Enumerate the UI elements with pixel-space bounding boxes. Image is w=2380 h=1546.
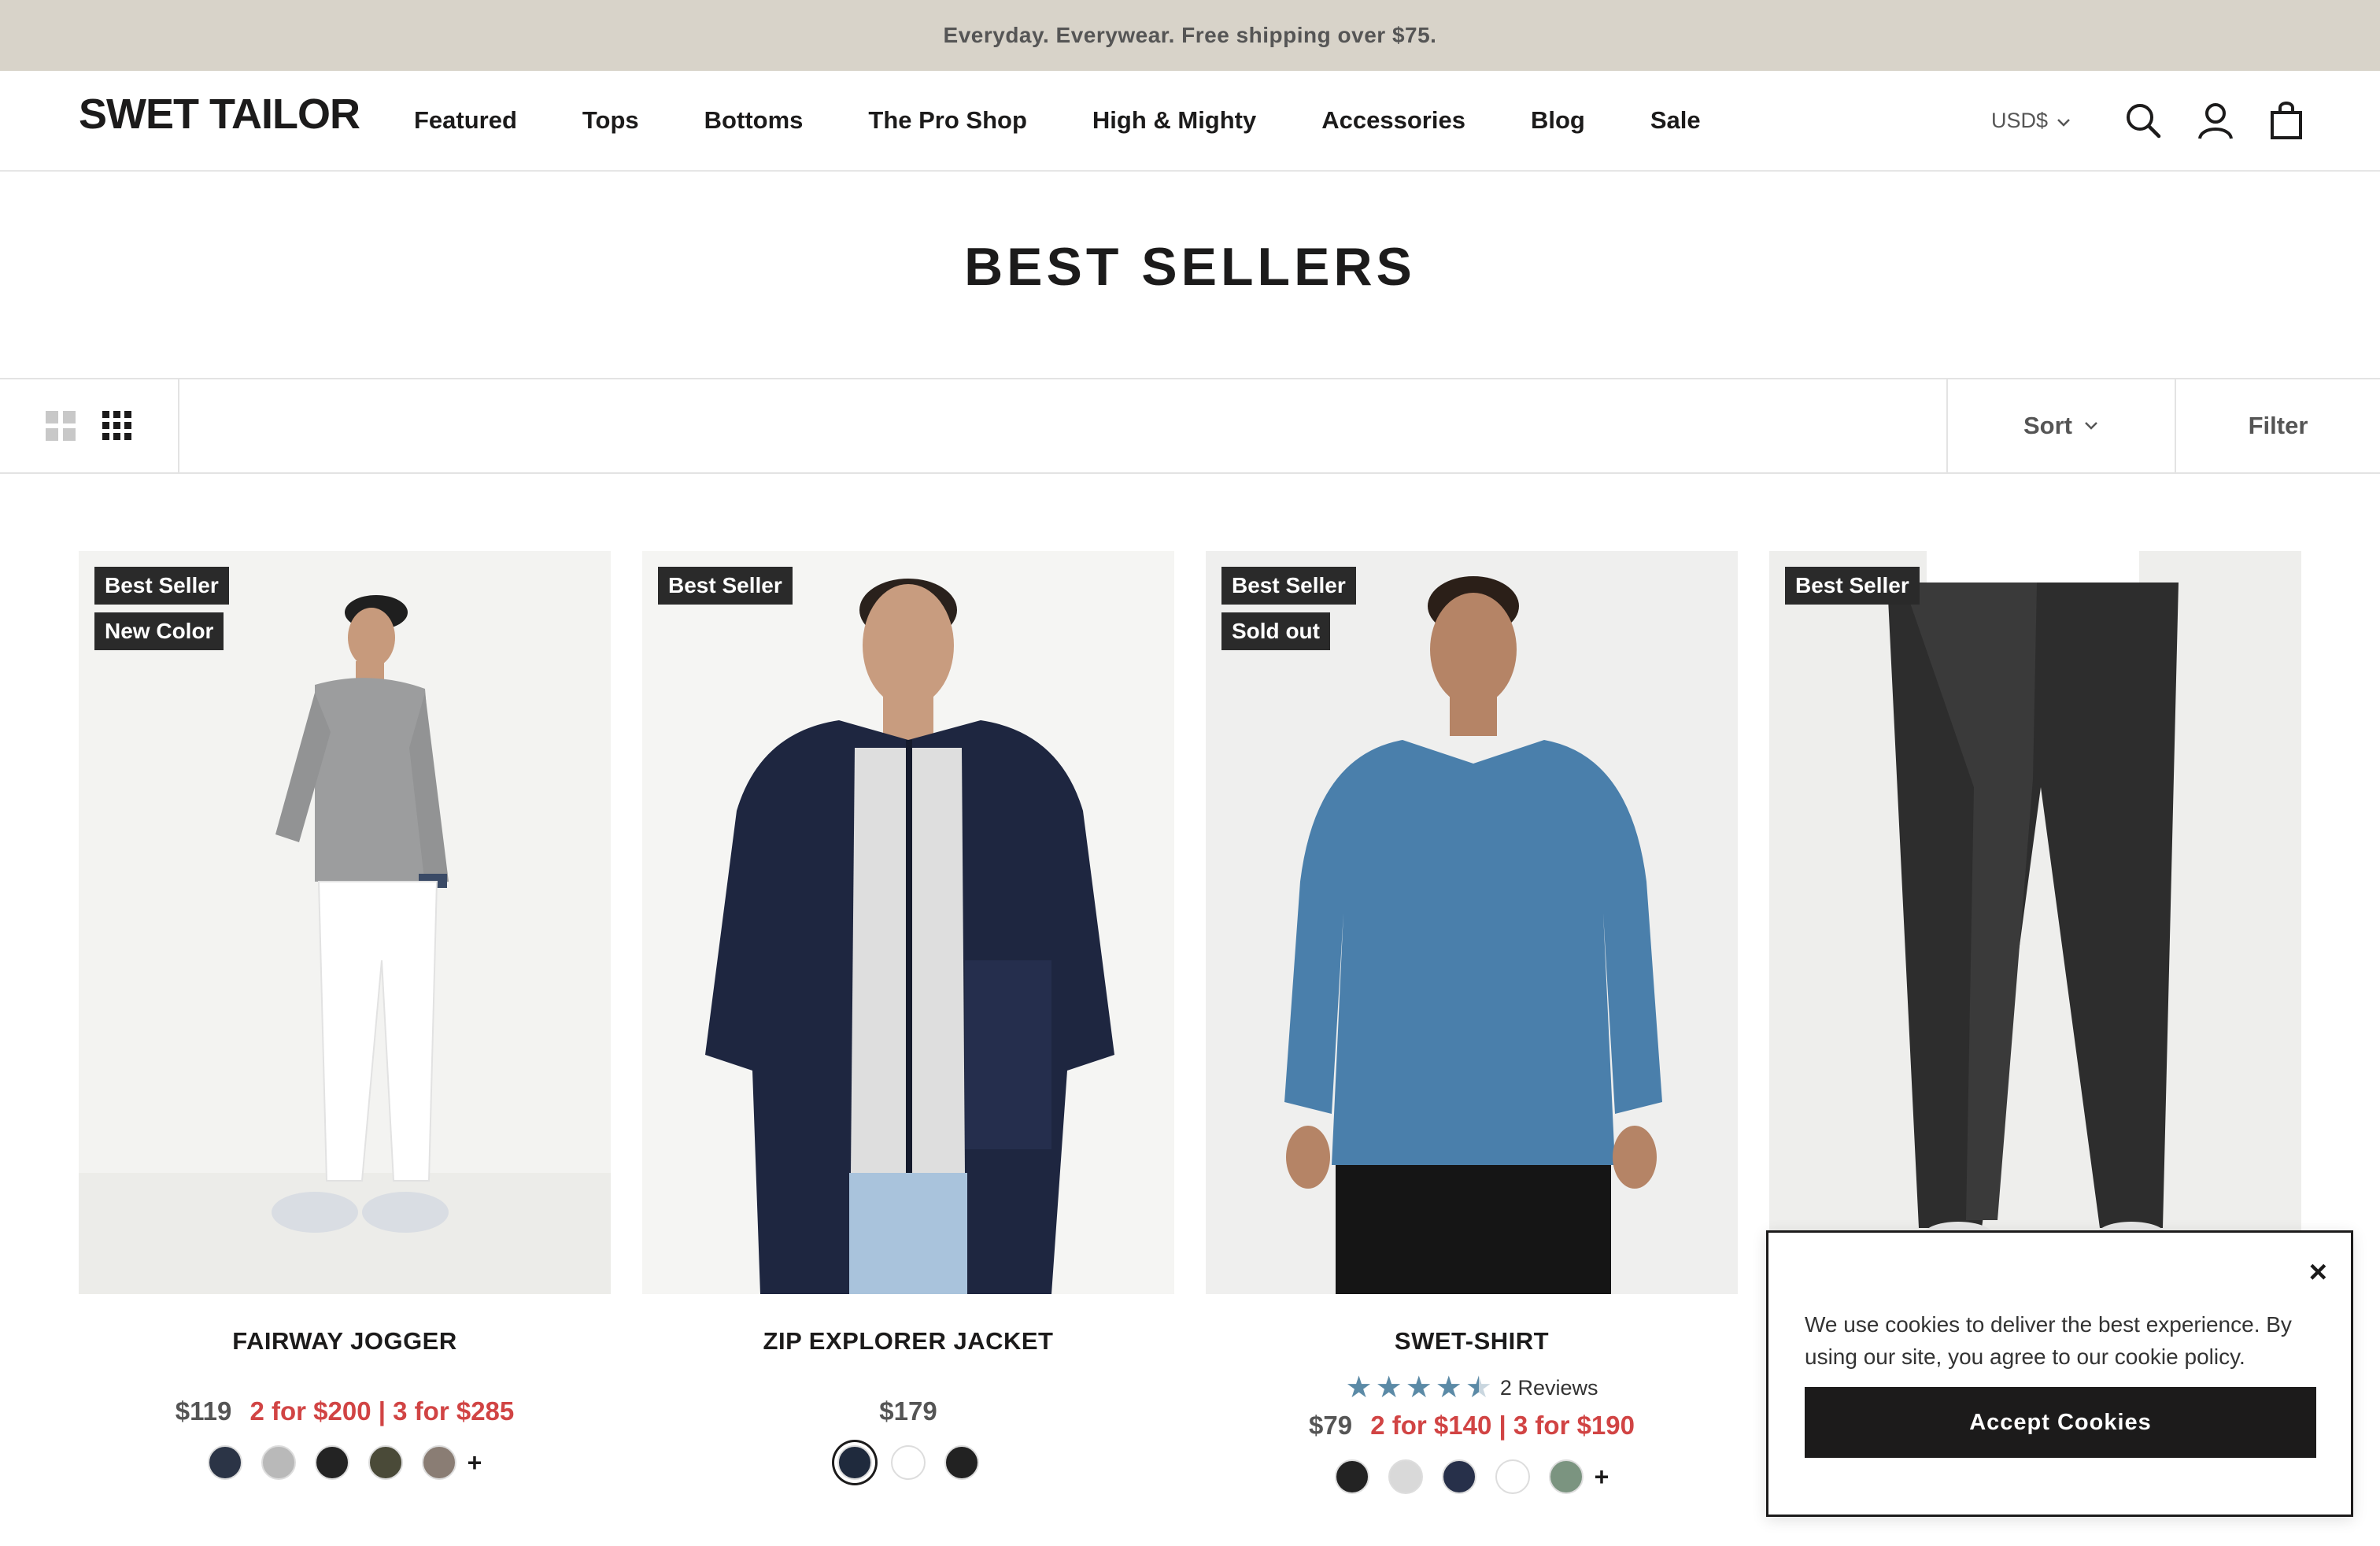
grid-2-icon[interactable]	[44, 409, 77, 442]
cookie-banner: × We use cookies to deliver the best exp…	[1766, 1230, 2353, 1517]
price-base: $79	[1309, 1411, 1353, 1440]
nav-featured[interactable]: Featured	[414, 106, 517, 135]
nav-bottoms[interactable]: Bottoms	[704, 106, 804, 135]
badge-group: Best Seller	[1785, 567, 1920, 605]
product-name[interactable]: FAIRWAY JOGGER	[79, 1327, 611, 1356]
collection-toolbar: Sort Filter	[0, 378, 2380, 474]
nav-pro-shop[interactable]: The Pro Shop	[868, 106, 1027, 135]
star-icon: ★	[1405, 1371, 1432, 1404]
filter-button[interactable]: Filter	[2175, 379, 2380, 472]
more-colors-plus-icon[interactable]: +	[468, 1448, 482, 1478]
price-base: $179	[879, 1396, 937, 1426]
model-illustration	[705, 579, 1114, 1294]
account-icon[interactable]	[2194, 99, 2237, 142]
product-card[interactable]: Best Seller	[1769, 551, 2301, 1294]
cookie-message: We use cookies to deliver the best exper…	[1805, 1312, 2292, 1369]
close-icon[interactable]: ×	[2309, 1255, 2327, 1290]
product-card[interactable]: Best Seller New Color FAIRWAY JOGGER $11…	[79, 551, 611, 1480]
product-image[interactable]: Best Seller	[642, 551, 1174, 1294]
grid-4-icon[interactable]	[101, 409, 134, 442]
sort-label: Sort	[2023, 412, 2072, 439]
model-illustration	[1284, 576, 1662, 1294]
currency-label: USD$	[1991, 109, 2049, 132]
product-name[interactable]: ZIP EXPLORER JACKET	[642, 1327, 1174, 1356]
product-price: $119 2 for $200 | 3 for $285	[79, 1396, 611, 1426]
product-price: $179	[642, 1396, 1174, 1426]
product-image[interactable]: Best Seller	[1769, 551, 2301, 1294]
search-icon[interactable]	[2122, 99, 2164, 142]
model-illustration	[79, 595, 611, 1294]
color-swatch[interactable]	[368, 1445, 403, 1480]
product-card[interactable]: Best Seller ZIP EXPLORER JACKET $179	[642, 551, 1174, 1480]
badge-sold-out: Sold out	[1221, 612, 1330, 650]
color-swatch[interactable]	[1388, 1459, 1423, 1494]
badge-group: Best Seller New Color	[94, 567, 229, 650]
badge-best-seller: Best Seller	[1785, 567, 1920, 605]
badge-best-seller: Best Seller	[658, 567, 793, 605]
star-icon: ★	[1345, 1371, 1373, 1404]
nav-tops[interactable]: Tops	[582, 106, 639, 135]
star-icon: ★	[1435, 1371, 1462, 1404]
price-base: $119	[175, 1396, 232, 1426]
more-colors-plus-icon[interactable]: +	[1595, 1463, 1609, 1492]
color-swatch[interactable]	[1495, 1459, 1530, 1494]
badge-best-seller: Best Seller	[1221, 567, 1356, 605]
color-swatches: +	[1206, 1459, 1738, 1494]
color-swatch[interactable]	[207, 1445, 242, 1480]
cart-icon[interactable]	[2265, 99, 2308, 142]
badge-group: Best Seller Sold out	[1221, 567, 1356, 650]
product-name[interactable]: SWET-SHIRT	[1206, 1327, 1738, 1356]
color-swatch[interactable]	[1548, 1459, 1584, 1494]
color-swatch[interactable]	[891, 1445, 926, 1480]
view-toggle-group	[0, 379, 179, 472]
announcement-bar: Everyday. Everywear. Free shipping over …	[0, 0, 2380, 71]
price-deal: 2 for $200 | 3 for $285	[249, 1396, 515, 1426]
product-card[interactable]: Best Seller Sold out SWET-SHIRT ★ ★ ★ ★ …	[1206, 551, 1738, 1494]
star-half-icon: ★	[1465, 1371, 1492, 1404]
color-swatch[interactable]	[421, 1445, 456, 1480]
chevron-down-icon	[2083, 417, 2099, 435]
nav-accessories[interactable]: Accessories	[1321, 106, 1465, 135]
price-deal: 2 for $140 | 3 for $190	[1370, 1411, 1635, 1440]
sort-button[interactable]: Sort	[1946, 379, 2175, 472]
nav-high-mighty[interactable]: High & Mighty	[1092, 106, 1256, 135]
nav-sale[interactable]: Sale	[1650, 106, 1701, 135]
filter-label: Filter	[2248, 412, 2308, 439]
badge-new-color: New Color	[94, 612, 224, 650]
announcement-text: Everyday. Everywear. Free shipping over …	[943, 23, 1437, 47]
star-icon: ★	[1375, 1371, 1402, 1404]
currency-selector[interactable]: USD$	[1991, 109, 2071, 133]
color-swatches: +	[79, 1445, 611, 1480]
page-title: BEST SELLERS	[964, 237, 1416, 297]
color-swatch[interactable]	[314, 1445, 349, 1480]
reviews-count: 2 Reviews	[1499, 1375, 1598, 1400]
badge-best-seller: Best Seller	[94, 567, 229, 605]
chevron-down-icon	[2056, 109, 2071, 133]
product-image[interactable]: Best Seller Sold out	[1206, 551, 1738, 1294]
model-illustration	[1887, 551, 2179, 1250]
accept-cookies-button[interactable]: Accept Cookies	[1805, 1387, 2316, 1458]
color-swatch[interactable]	[261, 1445, 296, 1480]
nav-blog[interactable]: Blog	[1531, 106, 1585, 135]
product-image[interactable]: Best Seller New Color	[79, 551, 611, 1294]
color-swatch-selected[interactable]	[837, 1445, 872, 1480]
color-swatch[interactable]	[944, 1445, 979, 1480]
color-swatch[interactable]	[1334, 1459, 1369, 1494]
product-rating[interactable]: ★ ★ ★ ★ ★ 2 Reviews	[1206, 1373, 1738, 1403]
product-price: $79 2 for $140 | 3 for $190	[1206, 1411, 1738, 1441]
color-swatches	[642, 1445, 1174, 1480]
badge-group: Best Seller	[658, 567, 793, 605]
site-header: SWET TAILOR Featured Tops Bottoms The Pr…	[0, 71, 2380, 172]
main-nav: Featured Tops Bottoms The Pro Shop High …	[414, 71, 1766, 170]
site-logo[interactable]: SWET TAILOR	[79, 90, 360, 139]
color-swatch[interactable]	[1441, 1459, 1476, 1494]
